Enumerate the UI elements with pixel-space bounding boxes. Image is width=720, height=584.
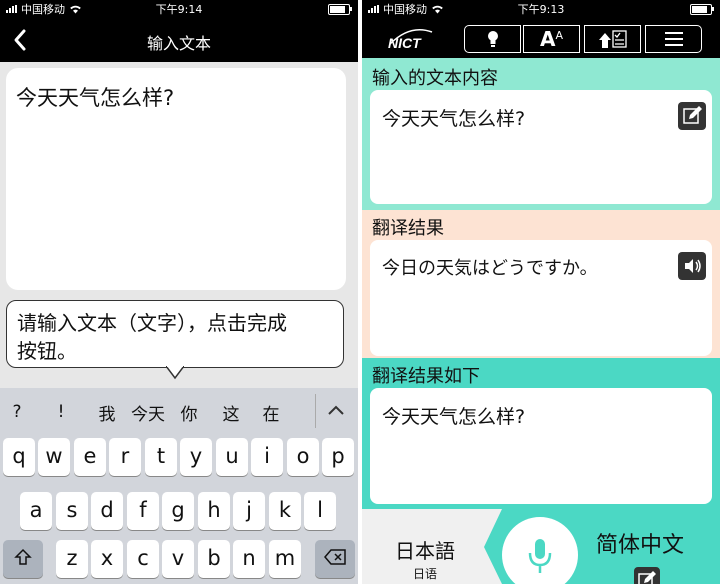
keyboard: ? ! 我 今天 你 这 在 q w e r t y u i o p a s d… [0, 388, 358, 584]
input-section-header: 输入的文本内容 [372, 68, 498, 89]
candidate-separator [315, 394, 316, 428]
candidate-item[interactable]: 今天 [124, 400, 172, 425]
key-x[interactable]: x [91, 540, 123, 578]
key-w[interactable]: w [38, 438, 70, 476]
candidate-item[interactable]: 你 [172, 400, 206, 425]
hint-line-2: 按钮。 [17, 339, 77, 363]
candidate-item[interactable]: 这 [214, 400, 248, 425]
key-v[interactable]: v [162, 540, 194, 578]
microphone-button[interactable] [502, 517, 578, 584]
font-size-button[interactable]: AA [523, 25, 580, 53]
key-o[interactable]: o [287, 438, 319, 476]
speaker-icon[interactable] [678, 252, 706, 280]
key-s[interactable]: s [56, 492, 88, 530]
candidate-item[interactable]: 在 [254, 400, 288, 425]
tooltip-tail [166, 366, 184, 380]
key-u[interactable]: u [216, 438, 248, 476]
key-n[interactable]: n [233, 540, 265, 578]
key-f[interactable]: f [127, 492, 159, 530]
upload-checklist-button[interactable] [584, 25, 641, 53]
target-language-label[interactable]: 简体中文 [596, 527, 684, 559]
back-translation-card-text: 今天天气怎么样? [382, 406, 526, 428]
input-text: 今天天气怎么样? [16, 86, 175, 110]
backspace-icon [324, 549, 346, 565]
candidate-item[interactable]: ? [0, 402, 34, 422]
tips-button[interactable] [464, 25, 521, 53]
key-c[interactable]: c [127, 540, 159, 578]
key-e[interactable]: e [74, 438, 106, 476]
hint-line-1: 请输入文本（文字），点击完成 [17, 311, 287, 335]
app-toolbar: NICT AA [362, 18, 720, 58]
key-l[interactable]: l [304, 492, 336, 530]
text-input-area[interactable]: 今天天气怎么样? [6, 68, 346, 290]
chevron-up-icon[interactable] [318, 394, 354, 428]
key-y[interactable]: y [180, 438, 212, 476]
upload-list-icon [598, 30, 627, 48]
edit-icon[interactable] [634, 567, 660, 584]
key-m[interactable]: m [269, 540, 301, 578]
input-card[interactable]: 今天天气怎么样? [370, 90, 712, 204]
edit-icon[interactable] [678, 102, 706, 130]
key-i[interactable]: i [251, 438, 283, 476]
page-title: 输入文本 [146, 34, 211, 53]
nav-bar: 输入文本 [0, 18, 358, 62]
back-translation-section-header: 翻译结果如下 [372, 366, 480, 387]
key-r[interactable]: r [109, 438, 141, 476]
translation-card: 今日の天気はどうですか。 [370, 240, 712, 356]
menu-button[interactable] [645, 25, 702, 53]
candidate-item[interactable]: ! [44, 402, 78, 422]
status-time: 下午9:14 [155, 3, 203, 16]
key-z[interactable]: z [56, 540, 88, 578]
key-h[interactable]: h [198, 492, 230, 530]
microphone-icon [528, 539, 552, 573]
font-size-icon: A [539, 27, 556, 51]
candidate-item[interactable]: 我 [90, 400, 124, 425]
logo-text: NICT [388, 35, 422, 51]
input-card-text: 今天天气怎么样? [382, 108, 526, 130]
source-language-button[interactable]: 日本語 [390, 535, 460, 564]
candidate-bar: ? ! 我 今天 你 这 在 [0, 388, 358, 436]
key-q[interactable]: q [3, 438, 35, 476]
key-g[interactable]: g [162, 492, 194, 530]
status-bar: 中国移动 下午9:14 [0, 0, 358, 18]
shift-icon [14, 548, 32, 565]
key-t[interactable]: t [145, 438, 177, 476]
battery-icon [328, 3, 352, 15]
battery-icon [690, 3, 714, 15]
right-screen: 中国移动 下午9:13 NICT AA 输入的文本内容 今天天气怎么样? 翻译结… [362, 0, 720, 584]
source-language-sub: 日语 [412, 567, 437, 581]
lightbulb-icon [487, 31, 498, 47]
key-a[interactable]: a [20, 492, 52, 530]
status-time: 下午9:13 [517, 3, 565, 16]
status-bar: 中国移动 下午9:13 [362, 0, 720, 18]
key-b[interactable]: b [198, 540, 230, 578]
input-section: 输入的文本内容 今天天气怎么样? [362, 58, 720, 210]
language-bar: 日本語 日语 简体中文 [362, 509, 720, 584]
delete-key[interactable] [315, 540, 355, 578]
hamburger-menu-icon [664, 32, 683, 46]
key-k[interactable]: k [269, 492, 301, 530]
back-translation-card: 今天天气怎么样? [370, 388, 712, 504]
back-translation-section: 翻译结果如下 今天天气怎么样? [362, 358, 720, 509]
left-screen: 中国移动 下午9:14 输入文本 今天天气怎么样? 请输入文本（文字），点击完成… [0, 0, 358, 584]
key-j[interactable]: j [233, 492, 265, 530]
shift-key[interactable] [3, 540, 43, 578]
translation-card-text: 今日の天気はどうですか。 [382, 258, 598, 279]
hint-tooltip: 请输入文本（文字），点击完成 按钮。 [6, 300, 344, 368]
key-d[interactable]: d [91, 492, 123, 530]
font-size-sup: A [555, 28, 563, 42]
key-p[interactable]: p [322, 438, 354, 476]
translation-section-header: 翻译结果 [372, 218, 444, 239]
nict-logo: NICT [388, 29, 433, 51]
translation-section: 翻译结果 今日の天気はどうですか。 [362, 210, 720, 358]
